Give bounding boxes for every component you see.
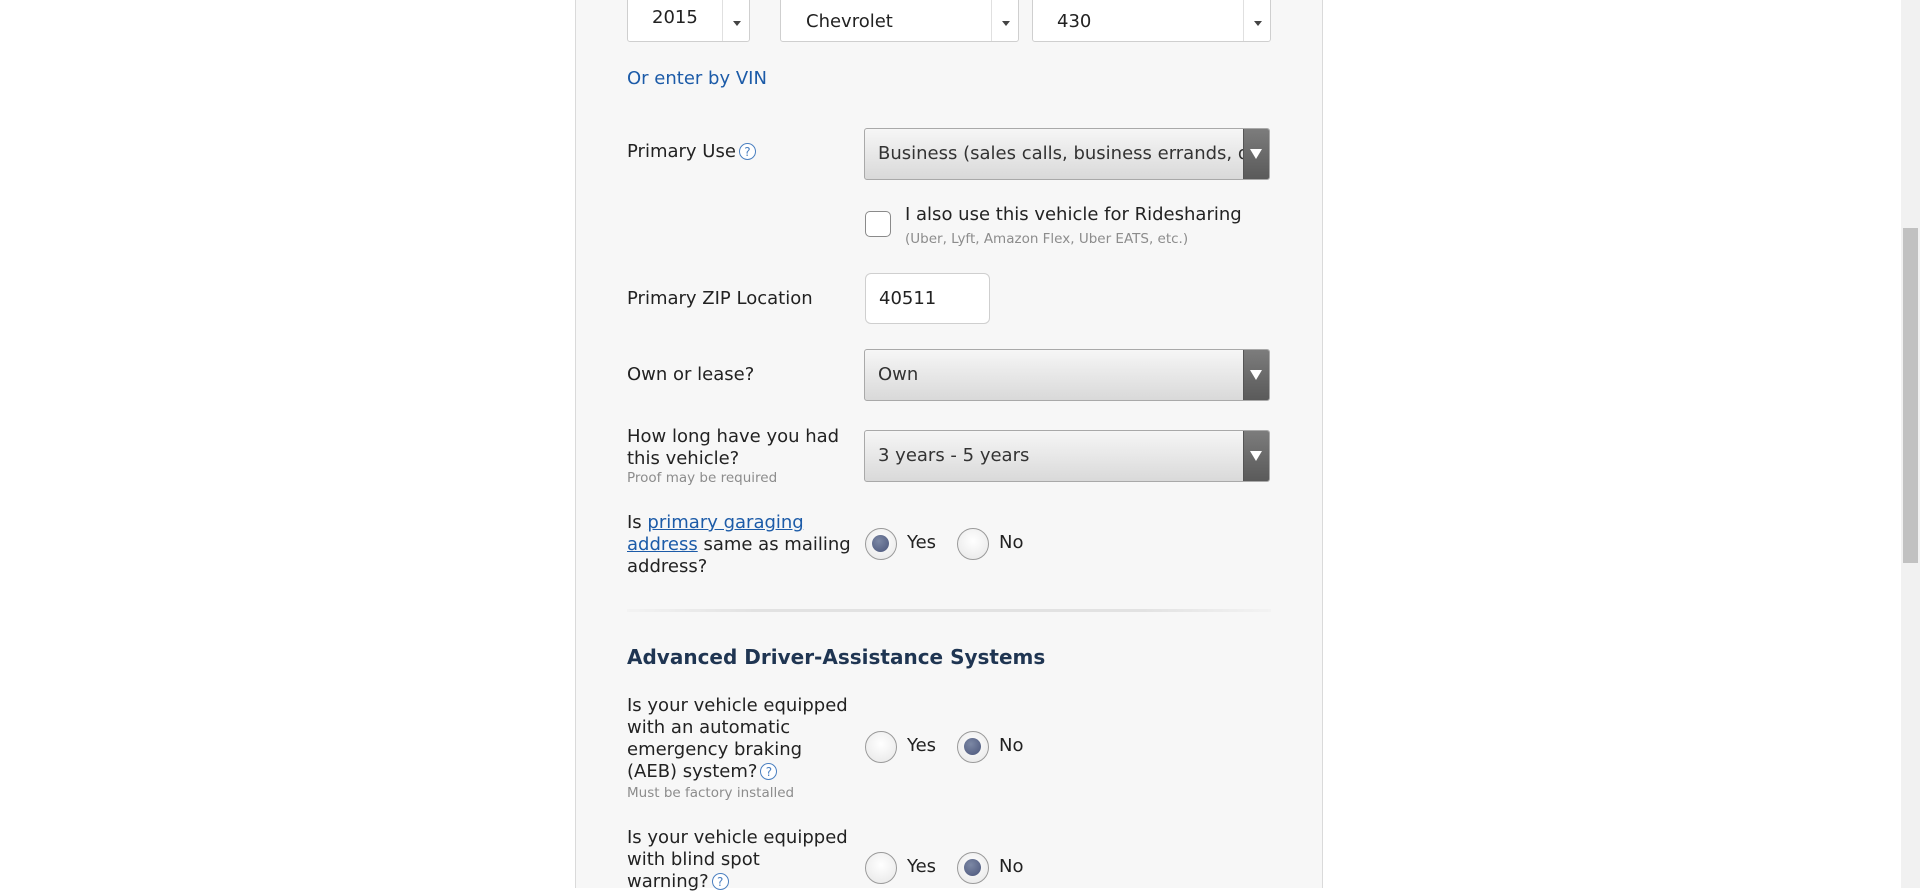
primary-use-label: Primary Use?: [627, 141, 756, 163]
zip-label: Primary ZIP Location: [627, 288, 813, 309]
duration-label-line2: this vehicle?: [627, 448, 740, 469]
year-value: 2015: [652, 7, 698, 28]
blind-spot-line1: Is your vehicle equipped: [627, 827, 848, 848]
make-value: Chevrolet: [806, 11, 893, 32]
own-lease-label: Own or lease?: [627, 364, 755, 385]
blind-spot-yes-radio[interactable]: [865, 852, 897, 884]
garaging-no-radio[interactable]: [957, 528, 989, 560]
duration-value: 3 years - 5 years: [878, 445, 1030, 466]
model-select[interactable]: 430: [1032, 0, 1271, 42]
zip-input[interactable]: 40511: [865, 273, 990, 324]
aeb-yes-radio[interactable]: [865, 731, 897, 763]
model-value: 430: [1057, 11, 1092, 32]
primary-use-value: Business (sales calls, business errands,…: [878, 143, 1270, 164]
own-lease-select[interactable]: Own: [864, 349, 1270, 401]
garaging-suffix: same as mailing: [697, 534, 851, 555]
aeb-line1: Is your vehicle equipped: [627, 695, 848, 716]
chevron-down-icon: [1002, 21, 1010, 26]
garaging-yes-label[interactable]: Yes: [907, 532, 936, 553]
own-lease-value: Own: [878, 364, 919, 385]
chevron-down-icon: [1254, 21, 1262, 26]
ridesharing-note: (Uber, Lyft, Amazon Flex, Uber EATS, etc…: [905, 231, 1189, 247]
aeb-yes-label[interactable]: Yes: [907, 735, 936, 756]
help-icon[interactable]: ?: [760, 763, 778, 780]
garaging-address-link[interactable]: primary garaging: [647, 512, 803, 533]
year-select[interactable]: 2015: [627, 0, 750, 42]
primary-use-label-text: Primary Use: [627, 141, 736, 162]
adas-section-title: Advanced Driver-Assistance Systems: [627, 645, 1046, 669]
blind-spot-yes-label[interactable]: Yes: [907, 856, 936, 877]
aeb-line2: with an automatic: [627, 717, 791, 738]
blind-spot-no-radio[interactable]: [957, 852, 989, 884]
garaging-yes-radio[interactable]: [865, 528, 897, 560]
garaging-no-label[interactable]: No: [999, 532, 1023, 553]
aeb-note: Must be factory installed: [627, 785, 795, 801]
aeb-line3: emergency braking: [627, 739, 803, 760]
enter-by-vin-link[interactable]: Or enter by VIN: [627, 68, 767, 89]
garaging-prefix: Is: [627, 512, 648, 533]
blind-spot-line2: with blind spot: [627, 849, 760, 870]
blind-spot-line3: warning?: [627, 871, 709, 892]
garaging-label: Is primary garaging address same as mail…: [627, 512, 851, 578]
dropdown-arrow-icon: [1243, 431, 1269, 481]
blind-spot-label: Is your vehicle equipped with blind spot…: [627, 827, 848, 893]
blind-spot-no-label[interactable]: No: [999, 856, 1023, 877]
help-icon[interactable]: ?: [711, 873, 729, 890]
section-divider: [627, 609, 1271, 612]
make-select[interactable]: Chevrolet: [780, 0, 1019, 42]
aeb-label: Is your vehicle equipped with an automat…: [627, 695, 848, 783]
ridesharing-checkbox[interactable]: [865, 211, 891, 237]
garaging-address-link-2[interactable]: address: [627, 534, 698, 555]
duration-note: Proof may be required: [627, 470, 778, 486]
zip-value: 40511: [879, 288, 937, 309]
primary-use-select[interactable]: Business (sales calls, business errands,…: [864, 128, 1270, 180]
help-icon[interactable]: ?: [738, 143, 756, 160]
duration-label-line1: How long have you had: [627, 426, 840, 447]
dropdown-arrow-icon: [1243, 129, 1269, 179]
chevron-down-icon: [733, 21, 741, 26]
duration-select[interactable]: 3 years - 5 years: [864, 430, 1270, 482]
aeb-no-label[interactable]: No: [999, 735, 1023, 756]
ridesharing-label[interactable]: I also use this vehicle for Ridesharing: [905, 204, 1242, 226]
dropdown-arrow-icon: [1243, 350, 1269, 400]
aeb-no-radio[interactable]: [957, 731, 989, 763]
duration-label: How long have you had this vehicle?: [627, 426, 839, 470]
scrollbar-thumb[interactable]: [1903, 228, 1918, 563]
aeb-line4: (AEB) system?: [627, 761, 758, 782]
garaging-line3: address?: [627, 556, 708, 577]
